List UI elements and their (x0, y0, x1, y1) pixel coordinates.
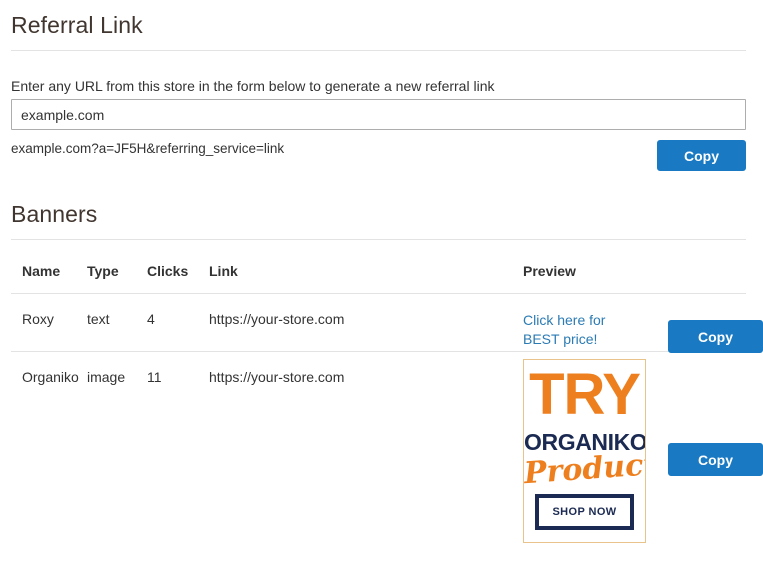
cell-clicks: 11 (147, 369, 162, 385)
copy-banner-button-roxy[interactable]: Copy (668, 320, 763, 353)
banners-table-body: Roxy text 4 https://your-store.com Click… (11, 293, 746, 562)
banner-headline-try: TRY (529, 362, 641, 427)
cell-link: https://your-store.com (209, 369, 345, 385)
table-row: Roxy text 4 https://your-store.com Click… (11, 293, 746, 352)
cell-preview: TRY ORGANIKO Products SHOP NOW (523, 352, 646, 562)
cell-link: https://your-store.com (209, 293, 523, 352)
cell-name: Roxy (11, 293, 87, 352)
cell-name: Organiko (22, 369, 79, 385)
cell-preview: Click here for BEST price! (523, 293, 646, 352)
copy-banner-button-organiko[interactable]: Copy (668, 443, 763, 476)
referral-link-page: Referral Link Enter any URL from this st… (0, 0, 763, 581)
banners-title: Banners (11, 201, 98, 227)
column-header-link: Link (209, 263, 523, 294)
banner-shop-now-button[interactable]: SHOP NOW (535, 494, 634, 530)
referral-form-hint: Enter any URL from this store in the for… (11, 78, 495, 94)
title-divider (11, 50, 746, 51)
column-header-action (646, 263, 746, 294)
table-row: Organiko image 11 https://your-store.com… (11, 352, 746, 562)
banner-preview-image[interactable]: TRY ORGANIKO Products SHOP NOW (523, 359, 646, 543)
table-header-row: Name Type Clicks Link Preview (11, 263, 746, 294)
banner-headline-products: Products (523, 445, 646, 492)
referral-url-input[interactable] (11, 99, 746, 130)
banner-preview-text-link[interactable]: Click here for BEST price! (523, 311, 615, 349)
banners-divider (11, 239, 746, 240)
column-header-name: Name (11, 263, 87, 294)
column-header-clicks: Clicks (147, 263, 209, 294)
cell-type: image (87, 369, 126, 385)
generated-referral-link: example.com?a=JF5H&referring_service=lin… (11, 141, 285, 156)
banners-table: Name Type Clicks Link Preview Roxy text … (11, 263, 746, 562)
banners-table-head: Name Type Clicks Link Preview (11, 263, 746, 294)
page-title: Referral Link (11, 12, 143, 38)
copy-referral-link-button[interactable]: Copy (657, 140, 746, 171)
column-header-preview: Preview (523, 263, 646, 294)
cell-type: text (87, 293, 147, 352)
column-header-type: Type (87, 263, 147, 294)
cell-clicks: 4 (147, 293, 209, 352)
